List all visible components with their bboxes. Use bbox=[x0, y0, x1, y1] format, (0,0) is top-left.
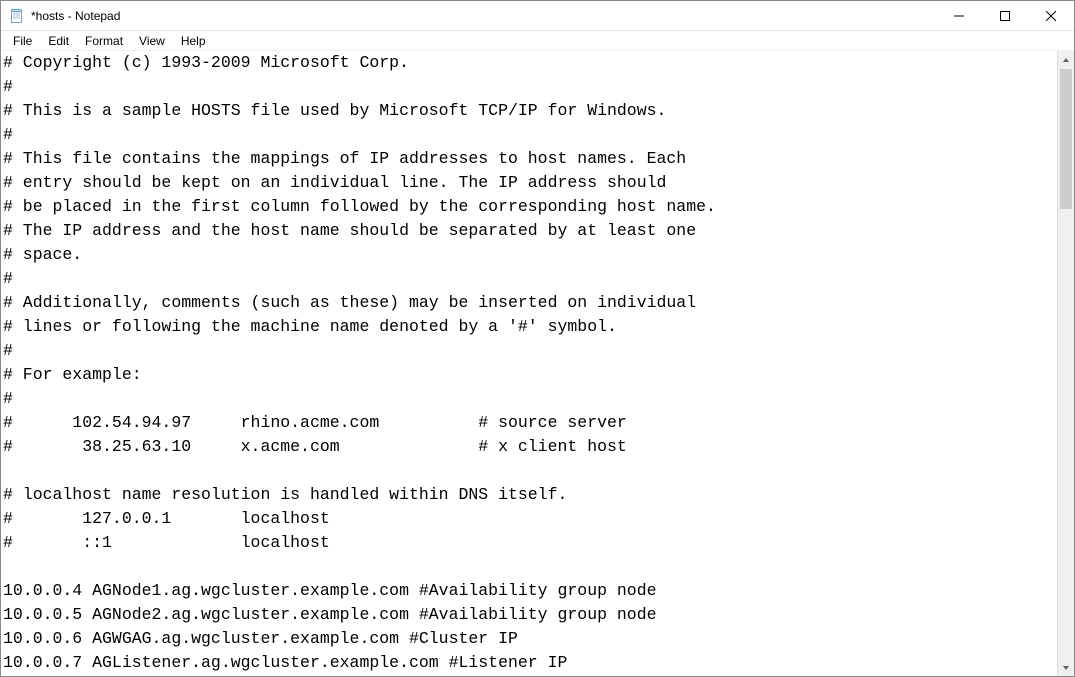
menu-format[interactable]: Format bbox=[77, 33, 131, 49]
maximize-button[interactable] bbox=[982, 1, 1028, 30]
scroll-up-arrow-icon[interactable] bbox=[1058, 51, 1074, 68]
minimize-button[interactable] bbox=[936, 1, 982, 30]
scroll-thumb[interactable] bbox=[1060, 69, 1072, 209]
vertical-scrollbar[interactable] bbox=[1057, 51, 1074, 676]
menu-file[interactable]: File bbox=[5, 33, 40, 49]
notepad-window: *hosts - Notepad File Edit Format View H… bbox=[0, 0, 1075, 677]
scroll-down-arrow-icon[interactable] bbox=[1058, 659, 1074, 676]
text-editor[interactable]: # Copyright (c) 1993-2009 Microsoft Corp… bbox=[1, 51, 1057, 676]
menu-help[interactable]: Help bbox=[173, 33, 214, 49]
client-area: # Copyright (c) 1993-2009 Microsoft Corp… bbox=[1, 51, 1074, 676]
window-controls bbox=[936, 1, 1074, 30]
menu-view[interactable]: View bbox=[131, 33, 173, 49]
menu-edit[interactable]: Edit bbox=[40, 33, 77, 49]
close-button[interactable] bbox=[1028, 1, 1074, 30]
titlebar[interactable]: *hosts - Notepad bbox=[1, 1, 1074, 31]
menubar: File Edit Format View Help bbox=[1, 31, 1074, 51]
notepad-icon bbox=[9, 8, 25, 24]
window-title: *hosts - Notepad bbox=[31, 9, 120, 23]
